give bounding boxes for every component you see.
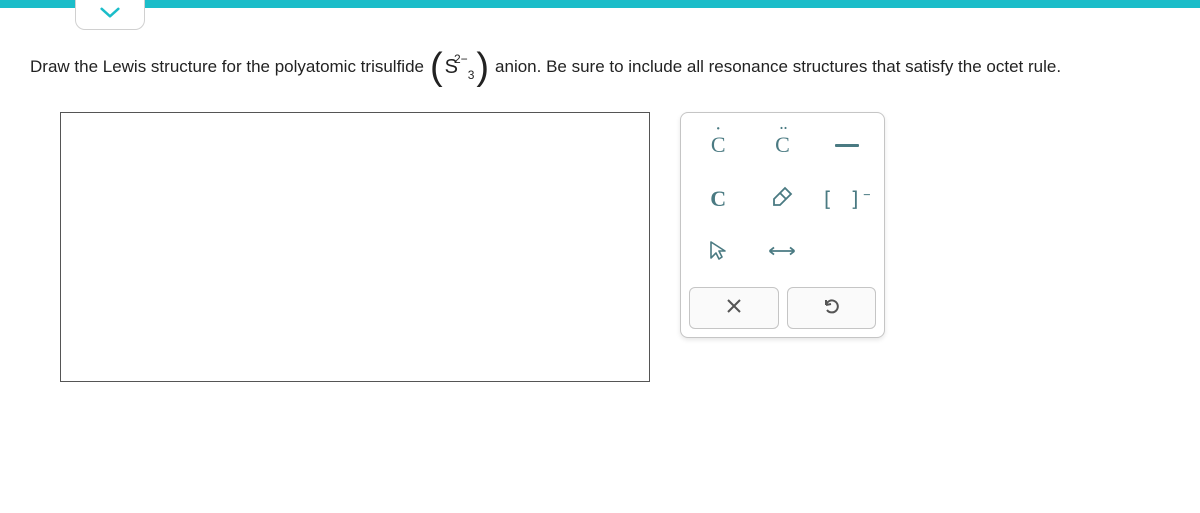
clear-button[interactable] bbox=[689, 287, 779, 329]
close-icon bbox=[725, 297, 743, 320]
bond-icon bbox=[835, 144, 859, 147]
double-arrow-icon bbox=[766, 244, 798, 263]
tool-grid: C C C [ ]− bbox=[689, 121, 876, 277]
action-row bbox=[689, 287, 876, 329]
electron-pair-icon: C bbox=[775, 132, 790, 158]
undo-button[interactable] bbox=[787, 287, 877, 329]
tool-bracket-charge[interactable]: [ ]− bbox=[818, 175, 876, 223]
tool-eraser[interactable] bbox=[753, 175, 811, 223]
question-text-after: anion. Be sure to include all resonance … bbox=[495, 57, 1061, 77]
tool-atom-one-electron[interactable]: C bbox=[689, 121, 747, 169]
drawing-toolbox: C C C [ ]− bbox=[680, 112, 885, 338]
tool-generic-atom[interactable]: C bbox=[689, 175, 747, 223]
collapse-toggle[interactable] bbox=[75, 0, 145, 30]
tool-empty bbox=[818, 229, 876, 277]
question-text-before: Draw the Lewis structure for the polyato… bbox=[30, 57, 424, 77]
tool-select-cursor[interactable] bbox=[689, 229, 747, 277]
chemical-formula: ( S2−3 ) bbox=[430, 48, 489, 86]
tool-resonance-arrow[interactable] bbox=[753, 229, 811, 277]
cursor-icon bbox=[706, 239, 730, 268]
eraser-icon bbox=[770, 185, 794, 214]
atom-icon: C bbox=[710, 186, 726, 212]
tool-atom-two-electrons[interactable]: C bbox=[753, 121, 811, 169]
top-accent-bar bbox=[0, 0, 1200, 8]
single-electron-icon: C bbox=[711, 132, 726, 158]
question-prompt: Draw the Lewis structure for the polyato… bbox=[30, 48, 1061, 86]
drawing-canvas[interactable] bbox=[60, 112, 650, 382]
undo-icon bbox=[822, 297, 840, 320]
tool-single-bond[interactable] bbox=[818, 121, 876, 169]
chevron-down-icon bbox=[100, 6, 120, 24]
bracket-icon: [ ]− bbox=[821, 187, 872, 211]
